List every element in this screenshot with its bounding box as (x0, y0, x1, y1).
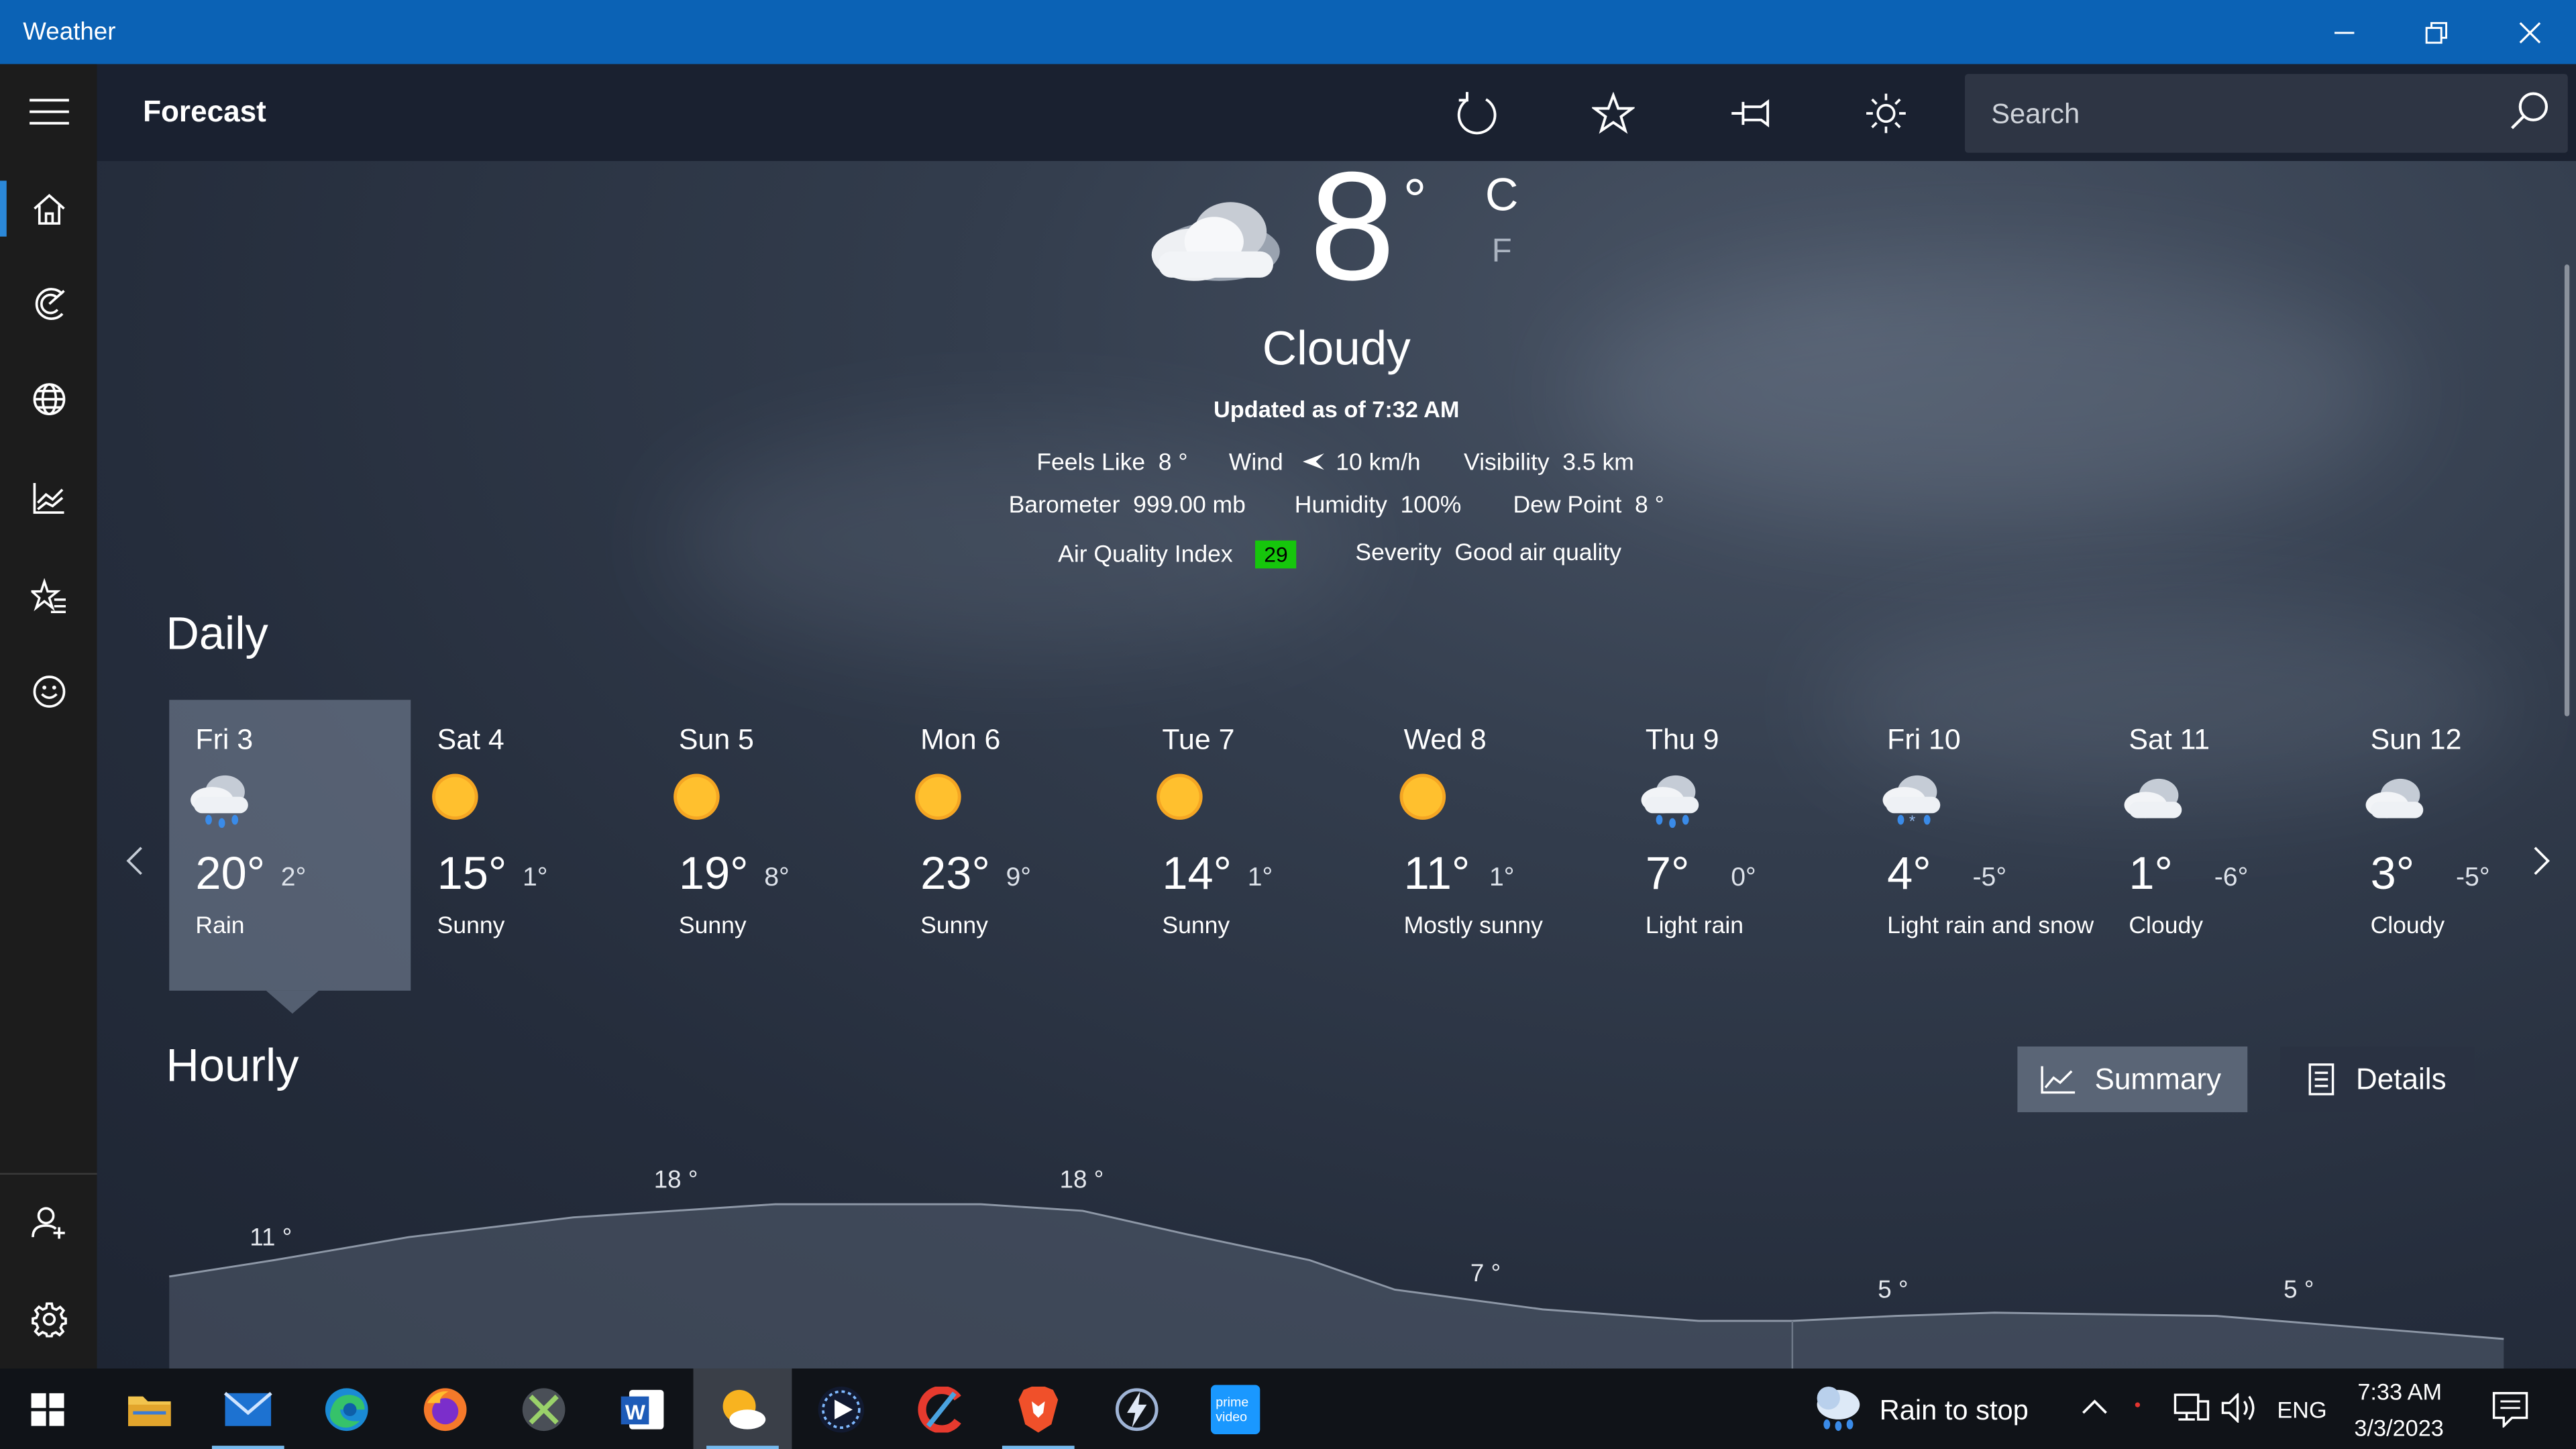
sidebar-item-settings[interactable] (0, 1272, 97, 1367)
clock-date[interactable]: 3/3/2023 (2354, 1415, 2443, 1441)
restore-icon (2425, 21, 2448, 43)
ccleaner-icon (918, 1385, 961, 1432)
lightning-icon (1115, 1387, 1159, 1430)
start-button[interactable] (0, 1368, 95, 1449)
hourly-temp-label: 18 ° (653, 1166, 698, 1195)
weather-app-icon (722, 1389, 766, 1429)
mail-icon (223, 1391, 272, 1426)
close-icon (2519, 21, 2541, 43)
gear-icon (30, 1302, 66, 1338)
taskbar-xbox[interactable] (494, 1368, 593, 1449)
prime-video-icon: primevideo (1210, 1384, 1260, 1434)
globe-icon (32, 383, 65, 415)
word-icon: W (621, 1389, 664, 1429)
hourly-temp-label: 18 ° (1059, 1166, 1104, 1195)
svg-text:prime: prime (1216, 1394, 1248, 1409)
main-content: Forecast 8 (97, 64, 2576, 1369)
media-player-icon (818, 1385, 865, 1432)
svg-text:video: video (1216, 1409, 1247, 1424)
edge-icon (325, 1387, 368, 1430)
home-icon (32, 193, 64, 225)
taskbar-file-explorer[interactable] (100, 1368, 199, 1449)
clock-time[interactable]: 7:33 AM (2357, 1379, 2442, 1405)
close-button[interactable] (2484, 0, 2576, 64)
notification-center-icon[interactable] (2492, 1391, 2528, 1428)
hamburger-icon (28, 99, 68, 125)
sidebar (0, 64, 97, 1369)
taskbar-edge[interactable] (297, 1368, 396, 1449)
taskbar-prime-video[interactable]: prime video (1186, 1368, 1285, 1449)
taskbar-weather[interactable] (693, 1368, 792, 1449)
windows-logo-icon (31, 1392, 64, 1426)
hourly-temp-label: 5 ° (1878, 1276, 1909, 1305)
antivirus-tray-icon[interactable]: ● (2134, 1400, 2147, 1413)
taskbar-speedtest[interactable] (1087, 1368, 1186, 1449)
title-bar: Weather (0, 0, 2576, 64)
window-title: Weather (23, 17, 116, 46)
hamburger-menu-button[interactable] (0, 64, 97, 160)
network-icon[interactable] (2174, 1393, 2210, 1423)
star-list-icon (30, 578, 65, 613)
taskbar-firefox[interactable] (396, 1368, 494, 1449)
sidebar-item-home[interactable] (0, 161, 97, 256)
sidebar-item-favorites[interactable] (0, 549, 97, 644)
rain-cloud-tray-icon[interactable] (1812, 1383, 1868, 1432)
firefox-icon (423, 1387, 467, 1430)
minimize-button[interactable] (2298, 0, 2390, 64)
taskbar-ccleaner[interactable] (890, 1368, 989, 1449)
taskbar-word[interactable]: W (593, 1368, 692, 1449)
xbox-icon (522, 1387, 566, 1430)
svg-text:W: W (625, 1399, 646, 1424)
hourly-temp-label: 5 ° (2284, 1276, 2314, 1305)
sidebar-item-feedback[interactable] (0, 644, 97, 739)
restore-button[interactable] (2390, 0, 2482, 64)
taskbar-mail[interactable] (199, 1368, 297, 1449)
radar-icon (34, 288, 64, 320)
sidebar-item-world[interactable] (0, 352, 97, 447)
chevron-up-icon[interactable] (2082, 1397, 2108, 1416)
brave-icon (1018, 1385, 1059, 1432)
smiley-icon (32, 676, 65, 708)
sidebar-item-account[interactable] (0, 1175, 97, 1270)
minimize-icon (2334, 31, 2355, 34)
hourly-temp-label: 11 ° (250, 1224, 292, 1252)
chart-icon (32, 483, 64, 514)
volume-icon[interactable] (2221, 1393, 2261, 1423)
hourly-chart (169, 1203, 2504, 1369)
taskbar-brave[interactable] (989, 1368, 1087, 1449)
hourly-temp-label: 7 ° (1470, 1260, 1501, 1289)
weather-notification[interactable]: Rain to stop (1880, 1395, 2029, 1428)
language-indicator[interactable]: ENG (2277, 1397, 2326, 1423)
folder-icon (128, 1395, 171, 1426)
add-person-icon (30, 1207, 64, 1239)
taskbar: W prime video Rain to stop ● ENG 7:33 AM … (0, 1368, 2576, 1449)
sidebar-item-maps[interactable] (0, 256, 97, 352)
sidebar-item-historical[interactable] (0, 450, 97, 545)
taskbar-media-player[interactable] (792, 1368, 890, 1449)
